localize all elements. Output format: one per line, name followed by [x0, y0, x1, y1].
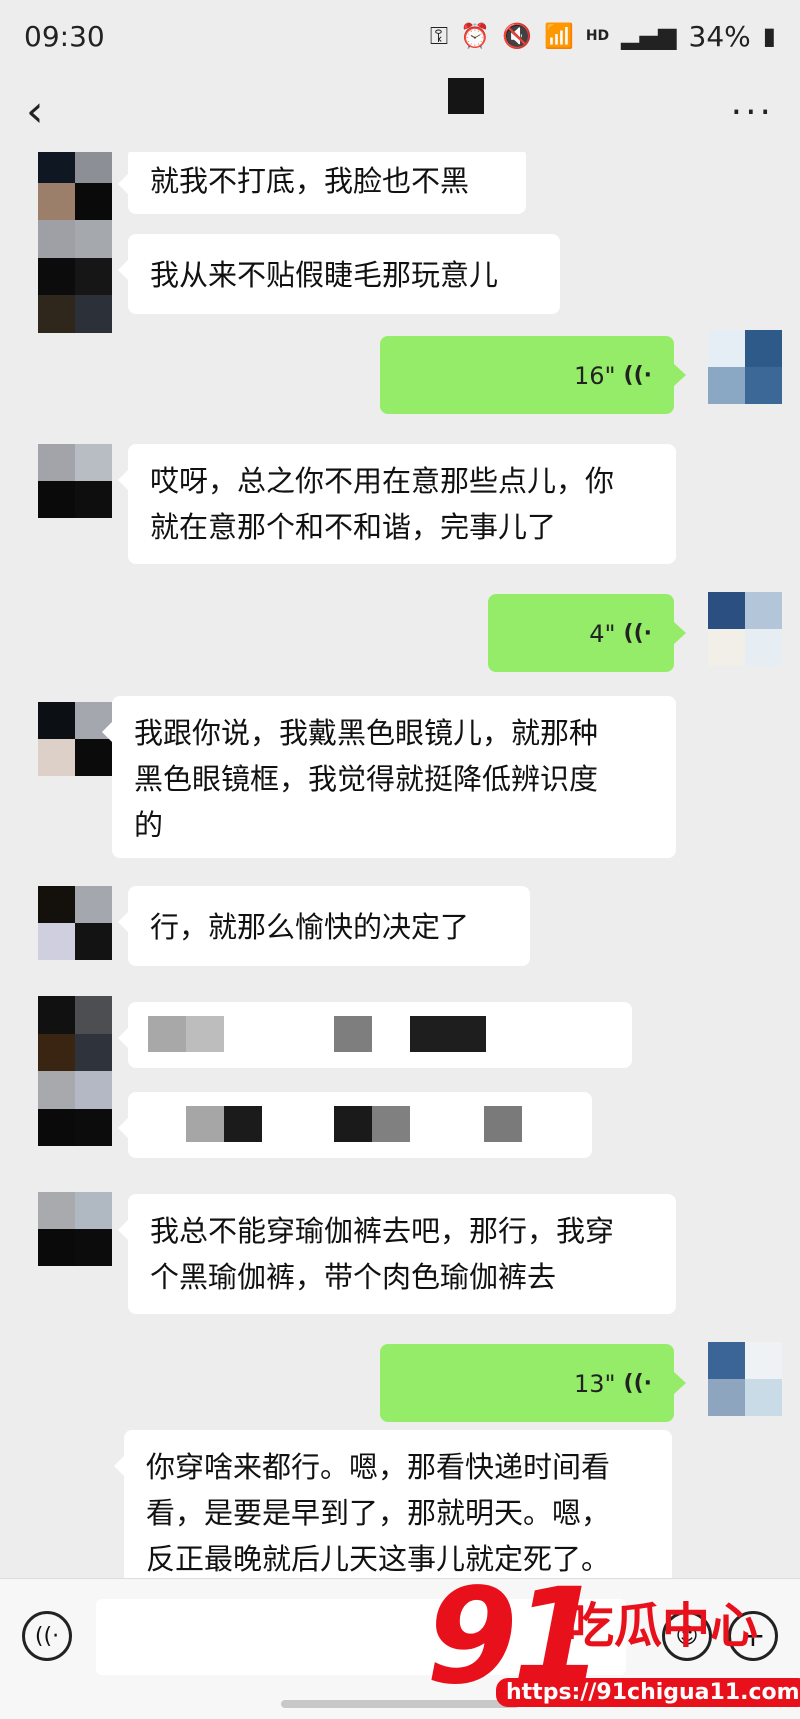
voice-message-bubble[interactable]: 13" ((·	[380, 1344, 686, 1422]
status-time: 09:30	[24, 19, 105, 53]
battery-icon: ▮	[762, 22, 776, 50]
battery-label: 34%	[688, 19, 751, 53]
message-row: 哎呀，总之你不用在意那些点儿，你 就在意那个和不和谐，完事儿了	[0, 444, 800, 582]
message-line: 看，是要是早到了，那就明天。嗯，	[146, 1496, 611, 1530]
watermark-url: https://91chigua11.com	[496, 1678, 800, 1707]
avatar[interactable]	[38, 444, 112, 518]
redacted-message-bubble[interactable]	[118, 1002, 632, 1068]
alarm-icon: ⏰	[460, 22, 491, 50]
message-line: 我总不能穿瑜伽裤去吧，那行，我穿	[150, 1214, 615, 1248]
redacted-block	[186, 1016, 224, 1052]
avatar[interactable]	[38, 1192, 112, 1266]
avatar[interactable]	[708, 592, 782, 666]
redacted-block	[148, 1016, 186, 1052]
message-text: 就我不打底，我脸也不黑	[150, 164, 470, 198]
voice-wave-icon: ((·	[623, 1371, 652, 1396]
message-row: 13" ((·	[0, 1342, 800, 1432]
message-bubble[interactable]: 就我不打底，我脸也不黑	[118, 152, 526, 214]
voice-wave-icon: ((·	[623, 621, 652, 646]
contact-title-redacted	[448, 78, 484, 114]
redacted-block	[224, 1106, 262, 1142]
voice-message-bubble[interactable]: 4" ((·	[488, 594, 686, 672]
key-icon: ⚿	[429, 22, 449, 50]
message-line: 的	[134, 808, 164, 842]
message-row-redacted	[0, 1092, 800, 1164]
voice-duration: 4"	[589, 620, 616, 648]
redacted-block	[334, 1016, 372, 1052]
message-bubble[interactable]: 哎呀，总之你不用在意那些点儿，你 就在意那个和不和谐，完事儿了	[118, 444, 676, 564]
message-text: 我从来不贴假睫毛那玩意儿	[150, 258, 499, 292]
message-row: 你穿啥来都行。嗯，那看快递时间看 看，是要是早到了，那就明天。嗯， 反正最晚就后…	[0, 1428, 800, 1578]
chat-list[interactable]: 就我不打底，我脸也不黑 我从来不贴假睫毛那玩意儿 16" ((· 哎呀，总之你不…	[0, 152, 800, 1578]
redacted-block	[484, 1106, 522, 1142]
voice-duration: 16"	[573, 362, 616, 390]
status-icons: ⚿ ⏰ 🔇 📶 HD ▂▄▆ 34% ▮	[430, 20, 776, 53]
voice-wave-icon: ((·	[623, 363, 652, 388]
message-bubble[interactable]: 你穿啥来都行。嗯，那看快递时间看 看，是要是早到了，那就明天。嗯， 反正最晚就后…	[114, 1430, 672, 1578]
message-bubble[interactable]: 行，就那么愉快的决定了	[118, 886, 530, 966]
message-bubble[interactable]: 我总不能穿瑜伽裤去吧，那行，我穿 个黑瑜伽裤，带个肉色瑜伽裤去	[118, 1194, 676, 1314]
hd-label: HD	[585, 28, 610, 44]
message-bubble[interactable]: 我从来不贴假睫毛那玩意儿	[118, 234, 560, 314]
mute-icon: 🔇	[502, 22, 532, 50]
message-row: 我从来不贴假睫毛那玩意儿	[0, 220, 800, 370]
signal-icon: ▂▄▆	[621, 22, 677, 50]
avatar[interactable]	[38, 886, 112, 960]
chevron-left-icon[interactable]: ‹	[26, 90, 44, 134]
voice-message-bubble[interactable]: 16" ((·	[380, 336, 686, 414]
redacted-block	[410, 1016, 486, 1052]
watermark-logo: 91 吃瓜中心 https://91chigua11.com	[426, 1560, 800, 1718]
message-row: 16" ((·	[0, 330, 800, 428]
message-line: 你穿啥来都行。嗯，那看快递时间看	[146, 1450, 611, 1484]
message-row: 我跟你说，我戴黑色眼镜儿，就那种 黑色眼镜框，我觉得就挺降低辨识度 的	[0, 696, 800, 864]
message-text: 行，就那么愉快的决定了	[150, 910, 470, 944]
redacted-message-bubble[interactable]	[118, 1092, 592, 1158]
redacted-block	[372, 1106, 410, 1142]
wifi-icon: 📶	[543, 22, 574, 50]
message-row: 行，就那么愉快的决定了	[0, 882, 800, 966]
avatar[interactable]	[708, 330, 782, 404]
chat-header: ‹ ···	[0, 72, 800, 152]
message-row: 4" ((·	[0, 592, 800, 682]
voice-mode-icon[interactable]: ((·	[22, 1611, 72, 1661]
avatar[interactable]	[38, 152, 112, 220]
redacted-block	[186, 1106, 224, 1142]
message-line: 个黑瑜伽裤，带个肉色瑜伽裤去	[150, 1260, 557, 1294]
status-bar: 09:30 ⚿ ⏰ 🔇 📶 HD ▂▄▆ 34% ▮	[0, 0, 800, 72]
avatar[interactable]	[38, 702, 112, 776]
redacted-block	[334, 1106, 372, 1142]
message-bubble[interactable]: 我跟你说，我戴黑色眼镜儿，就那种 黑色眼镜框，我觉得就挺降低辨识度 的	[102, 696, 676, 858]
message-line: 哎呀，总之你不用在意那些点儿，你	[150, 464, 615, 498]
more-icon[interactable]: ···	[731, 92, 774, 133]
message-row: 我总不能穿瑜伽裤去吧，那行，我穿 个黑瑜伽裤，带个肉色瑜伽裤去	[0, 1192, 800, 1332]
message-line: 我跟你说，我戴黑色眼镜儿，就那种	[134, 716, 599, 750]
message-line: 黑色眼镜框，我觉得就挺降低辨识度	[134, 762, 599, 796]
message-line: 就在意那个和不和谐，完事儿了	[150, 510, 557, 544]
message-row: 就我不打底，我脸也不黑	[0, 152, 800, 224]
voice-duration: 13"	[573, 1370, 616, 1398]
message-row-redacted	[0, 996, 800, 1146]
avatar[interactable]	[708, 1342, 782, 1416]
watermark-text: 吃瓜中心	[566, 1598, 759, 1654]
